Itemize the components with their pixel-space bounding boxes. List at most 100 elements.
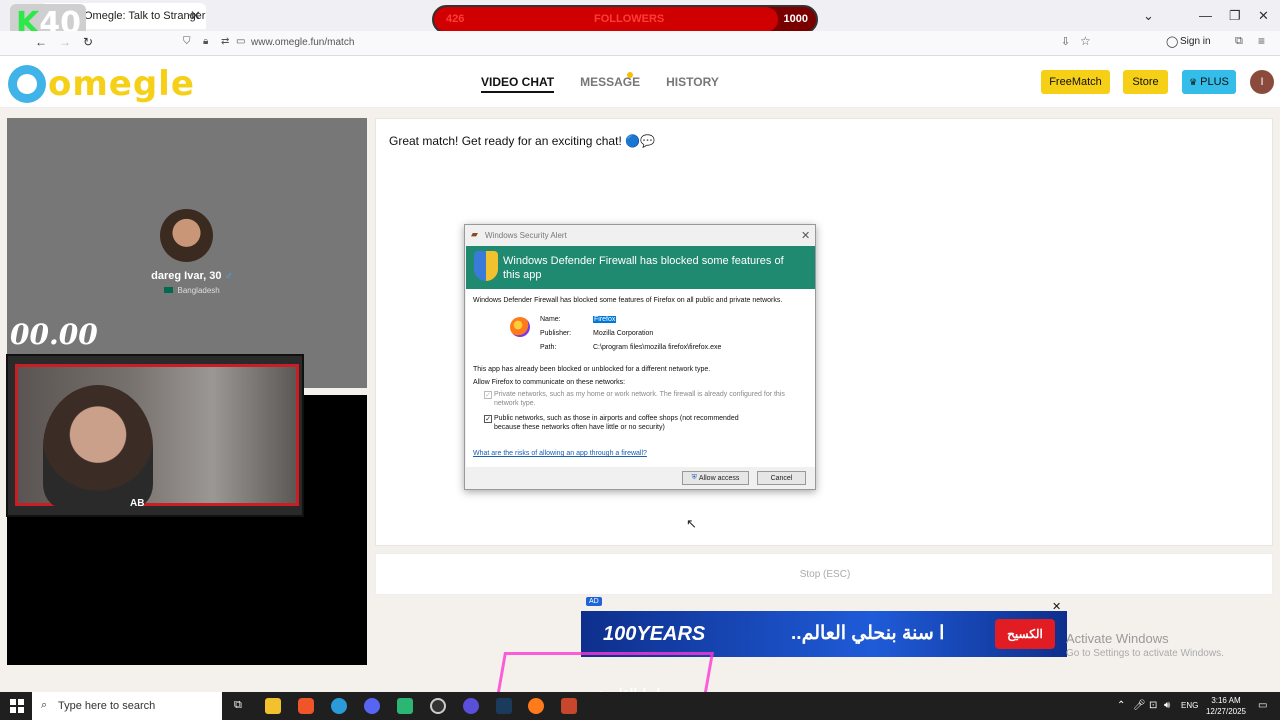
private-network-checkbox[interactable]: ✓ <box>484 391 492 399</box>
permissions-icon[interactable]: ⇄ <box>221 36 229 47</box>
nav-history[interactable]: HISTORY <box>666 75 719 93</box>
maximize-icon[interactable]: ❐ <box>1229 8 1241 24</box>
stream-timer: 00.00 <box>10 318 98 351</box>
bangladesh-flag-icon <box>164 287 174 293</box>
close-window-icon[interactable]: ✕ <box>1258 8 1269 24</box>
bookmark-star-icon[interactable]: ☆ <box>1080 34 1091 48</box>
already-blocked-text: This app has already been blocked or unb… <box>473 366 711 373</box>
microphone-icon[interactable]: 🎤︎ <box>1133 700 1146 711</box>
nav-video-chat[interactable]: VIDEO CHAT <box>481 75 555 93</box>
network-icon[interactable]: ⊡ <box>1149 700 1157 711</box>
streamer-image <box>43 385 153 509</box>
taskbar-search[interactable]: ⌕ Type here to search <box>32 692 222 720</box>
firewall-taskbar-icon[interactable] <box>561 698 577 714</box>
edge-icon[interactable] <box>331 698 347 714</box>
public-network-label: Public networks, such as those in airpor… <box>494 415 739 431</box>
name-value-text: Firefox <box>593 316 617 323</box>
brave-icon[interactable] <box>298 698 314 714</box>
tab-list-icon[interactable]: ⌄ <box>1143 8 1154 24</box>
extensions-icon[interactable]: ⧉ <box>1235 35 1243 48</box>
forward-icon[interactable]: → <box>59 35 71 49</box>
tray-chevron-icon[interactable]: ⌃ <box>1117 700 1125 711</box>
dialog-body: Windows Defender Firewall has blocked so… <box>466 289 815 467</box>
task-view-icon[interactable]: ⧉ <box>234 699 242 712</box>
peer-avatar <box>160 209 213 262</box>
stop-bar: Stop (ESC) <box>375 553 1273 595</box>
stop-button[interactable]: Stop (ESC) <box>376 569 1274 580</box>
clock-time: 3:16 AM <box>1211 696 1241 705</box>
plus-button[interactable]: ♛ PLUS <box>1182 70 1236 94</box>
account-icon[interactable]: ◯ <box>1166 35 1178 48</box>
uac-shield-icon: ⛨ <box>691 474 697 481</box>
message-notification-dot <box>627 72 633 78</box>
firefox-icon <box>510 317 530 337</box>
volume-icon[interactable]: 🔊︎ <box>1164 700 1170 711</box>
avatar[interactable]: I <box>1250 70 1274 94</box>
taskbar-search-placeholder: Type here to search <box>58 700 156 712</box>
lock-icon[interactable]: 🔒︎ <box>203 36 208 47</box>
new-tab-plus-icon[interactable]: + <box>188 7 197 24</box>
language-indicator[interactable]: ENG <box>1181 701 1198 710</box>
dialog-banner: Windows Defender Firewall has blocked so… <box>466 246 815 289</box>
path-label: Path: <box>540 344 557 351</box>
freematch-button[interactable]: FreeMatch <box>1041 70 1110 94</box>
save-page-icon[interactable]: ⇩ <box>1061 35 1070 48</box>
peer-name: dareg Ivar, 30 ♂ <box>7 270 377 282</box>
ad-brand-logo: الكسيح <box>995 619 1055 649</box>
allow-prompt: Allow Firefox to communicate on these ne… <box>473 379 626 386</box>
allow-access-label: Allow access <box>698 474 740 482</box>
webcam-tag: AB <box>130 498 145 509</box>
activate-windows-title: Activate Windows <box>1066 631 1169 646</box>
store-button[interactable]: Store <box>1123 70 1168 94</box>
security-alert-dialog: ▰ Windows Security Alert ✕ Windows Defen… <box>464 224 816 490</box>
file-explorer-icon[interactable] <box>265 698 281 714</box>
followers-goal-bar: 426 FOLLOWERS 1000 <box>432 5 818 34</box>
shield-tracking-icon[interactable]: ⛉ <box>183 36 191 47</box>
allow-access-button[interactable]: ⛨ Allow access <box>682 471 749 485</box>
logo-text: omegle <box>48 64 195 104</box>
app-icon[interactable] <box>397 698 413 714</box>
cancel-button[interactable]: Cancel <box>757 471 806 485</box>
url-bar[interactable]: www.omegle.fun/match <box>251 37 354 48</box>
logo-bubble-icon <box>8 65 46 103</box>
followers-label: FOLLOWERS <box>594 13 665 25</box>
dialog-heading: Windows Defender Firewall has blocked so… <box>503 255 784 281</box>
windows-start-icon[interactable] <box>10 699 24 713</box>
sign-in-button[interactable]: Sign in <box>1180 36 1211 47</box>
dialog-intro: Windows Defender Firewall has blocked so… <box>473 297 783 304</box>
steam-icon[interactable] <box>496 698 512 714</box>
mouse-cursor-icon: ↖ <box>686 516 697 531</box>
minimize-icon[interactable]: — <box>1199 8 1212 23</box>
clock-date: 12/27/2025 <box>1205 707 1247 716</box>
name-label: Name: <box>540 316 561 323</box>
menu-icon[interactable]: ≡ <box>1258 34 1265 48</box>
ad-arabic-text: ..ا سنة بنحلي العالم <box>791 623 945 644</box>
crown-icon: ♛ <box>1189 76 1198 87</box>
back-icon[interactable]: ← <box>35 35 47 49</box>
app-circle-icon[interactable] <box>463 698 479 714</box>
peer-name-text: dareg Ivar, 30 <box>151 270 222 282</box>
reload-icon[interactable]: ↻ <box>83 35 93 49</box>
private-network-label: Private networks, such as my home or wor… <box>494 391 785 407</box>
plus-label: PLUS <box>1200 76 1229 88</box>
firefox-taskbar-icon[interactable] <box>528 698 544 714</box>
followers-current: 426 <box>446 13 465 25</box>
ad-badge: AD <box>586 597 602 606</box>
publisher-label: Publisher: <box>540 330 572 337</box>
firewall-risk-link[interactable]: What are the risks of allowing an app th… <box>473 449 647 458</box>
dialog-title: Windows Security Alert <box>485 231 567 240</box>
browser-tab-bar: Omegle: Talk to Strangers » ✕ + 426 FOLL… <box>0 0 1280 34</box>
peer-country: Bangladesh <box>7 286 377 295</box>
firewall-title-icon: ▰ <box>471 229 478 239</box>
system-message: Great match! Get ready for an exciting c… <box>389 134 655 148</box>
omegle-logo[interactable]: omegle <box>8 64 195 104</box>
discord-icon[interactable] <box>364 698 380 714</box>
activate-windows-subtitle: Go to Settings to activate Windows. <box>1066 648 1224 659</box>
public-network-checkbox[interactable]: ✓ <box>484 415 492 423</box>
notifications-icon[interactable]: ▭ <box>1258 700 1267 711</box>
ad-banner[interactable]: 100YEARS ..ا سنة بنحلي العالم الكسيح <box>581 611 1067 657</box>
dialog-close-icon[interactable]: ✕ <box>801 229 810 242</box>
obs-icon[interactable] <box>430 698 446 714</box>
gender-icon: ♂ <box>224 270 233 282</box>
clock[interactable]: 3:16 AM 12/27/2025 <box>1205 695 1247 717</box>
